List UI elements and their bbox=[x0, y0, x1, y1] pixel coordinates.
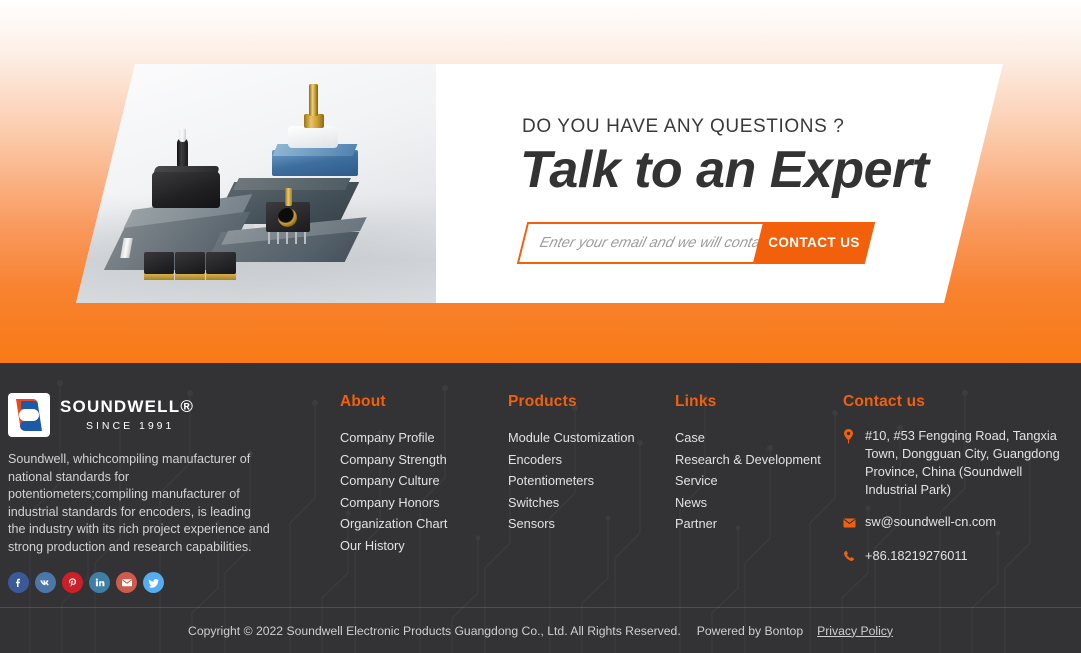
hero-section: DO YOU HAVE ANY QUESTIONS ? Talk to an E… bbox=[0, 0, 1081, 363]
footer-link-partner[interactable]: Partner bbox=[675, 513, 840, 534]
footer-link-company-honors[interactable]: Company Honors bbox=[340, 492, 505, 513]
brand-text: SOUNDWELL® SINCE 1991 bbox=[60, 397, 195, 432]
brand-lockup: SOUNDWELL® SINCE 1991 bbox=[8, 393, 283, 437]
brand-name: SOUNDWELL® bbox=[60, 397, 195, 417]
phone-icon bbox=[843, 547, 856, 567]
powered-by-text: Powered by Bontop bbox=[696, 623, 804, 638]
footer-link-sensors[interactable]: Sensors bbox=[508, 513, 673, 534]
footer-link-research-development[interactable]: Research & Development bbox=[675, 449, 840, 470]
contact-phone[interactable]: +86.18219276011 bbox=[843, 547, 1075, 567]
contact-email[interactable]: sw@soundwell-cn.com bbox=[843, 513, 1075, 533]
copyright-text: Copyright © 2022 Soundwell Electronic Pr… bbox=[188, 623, 681, 638]
soundwell-s-logo-icon bbox=[8, 393, 50, 437]
footer-heading-contact: Contact us bbox=[843, 393, 926, 410]
footer-column-about: About Company Profile Company Strength C… bbox=[340, 393, 505, 556]
footer-heading-products: Products bbox=[508, 393, 577, 410]
photo-black-switch-body bbox=[152, 172, 220, 208]
location-pin-icon bbox=[843, 427, 856, 449]
brand-since: SINCE 1991 bbox=[86, 419, 175, 432]
photo-gold-shaft bbox=[309, 84, 318, 116]
social-links bbox=[8, 572, 283, 593]
privacy-policy-link[interactable]: Privacy Policy bbox=[817, 624, 893, 638]
hero-eyebrow: DO YOU HAVE ANY QUESTIONS ? bbox=[522, 116, 845, 137]
vk-icon[interactable] bbox=[35, 572, 56, 593]
twitter-icon[interactable] bbox=[143, 572, 164, 593]
envelope-icon[interactable] bbox=[116, 572, 137, 593]
footer-link-company-culture[interactable]: Company Culture bbox=[340, 470, 505, 491]
photo-platform-back-top bbox=[233, 178, 351, 190]
pinterest-icon[interactable] bbox=[62, 572, 83, 593]
contact-us-button[interactable]: CONTACT US bbox=[752, 222, 876, 264]
photo-gold-bushing bbox=[304, 114, 324, 128]
footer-link-encoders[interactable]: Encoders bbox=[508, 449, 673, 470]
facebook-icon[interactable] bbox=[8, 572, 29, 593]
photo-encoder-pins bbox=[268, 230, 308, 244]
contact-address: #10, #53 Fengqing Road, Tangxia Town, Do… bbox=[843, 427, 1075, 499]
photo-micro-switch bbox=[206, 252, 236, 274]
hero-headline: Talk to an Expert bbox=[520, 141, 929, 199]
photo-toggle-tip bbox=[179, 128, 186, 142]
footer-link-organization-chart[interactable]: Organization Chart bbox=[340, 513, 505, 534]
footer-link-potentiometers[interactable]: Potentiometers bbox=[508, 470, 673, 491]
footer-link-news[interactable]: News bbox=[675, 492, 840, 513]
footer-link-service[interactable]: Service bbox=[675, 470, 840, 491]
photo-encoder-ring bbox=[278, 208, 297, 227]
photo-micro-switch bbox=[175, 252, 205, 274]
contact-email-text: sw@soundwell-cn.com bbox=[865, 514, 997, 529]
photo-white-rotary-cap bbox=[288, 126, 338, 148]
contact-phone-text: +86.18219276011 bbox=[865, 548, 968, 563]
envelope-icon bbox=[843, 513, 856, 533]
linkedin-icon[interactable] bbox=[89, 572, 110, 593]
footer-link-case[interactable]: Case bbox=[675, 427, 840, 448]
footer-column-links: Links Case Research & Development Servic… bbox=[675, 393, 840, 535]
footer-brand-column: SOUNDWELL® SINCE 1991 Soundwell, whichco… bbox=[8, 393, 283, 593]
footer-bottom-bar: Copyright © 2022 Soundwell Electronic Pr… bbox=[0, 608, 1081, 653]
footer-link-company-profile[interactable]: Company Profile bbox=[340, 427, 505, 448]
footer-link-our-history[interactable]: Our History bbox=[340, 535, 505, 556]
contact-address-text: #10, #53 Fengqing Road, Tangxia Town, Do… bbox=[865, 428, 1060, 497]
hero-product-image bbox=[76, 64, 436, 303]
footer-link-module-customization[interactable]: Module Customization bbox=[508, 427, 673, 448]
footer-link-company-strength[interactable]: Company Strength bbox=[340, 449, 505, 470]
contact-us-label: CONTACT US bbox=[768, 235, 860, 250]
hero-card: DO YOU HAVE ANY QUESTIONS ? Talk to an E… bbox=[76, 64, 1003, 303]
footer-column-contact: Contact us #10, #53 Fengqing Road, Tangx… bbox=[843, 393, 1075, 581]
photo-encoder-shaft bbox=[285, 188, 292, 206]
photo-micro-switch-row bbox=[144, 252, 240, 282]
footer-column-products: Products Module Customization Encoders P… bbox=[508, 393, 673, 535]
brand-description: Soundwell, whichcompiling manufacturer o… bbox=[8, 452, 270, 554]
footer-link-switches[interactable]: Switches bbox=[508, 492, 673, 513]
footer-heading-links: Links bbox=[675, 393, 717, 410]
footer-heading-about: About bbox=[340, 393, 386, 410]
site-footer: SOUNDWELL® SINCE 1991 Soundwell, whichco… bbox=[0, 363, 1081, 653]
email-input[interactable] bbox=[534, 222, 776, 264]
footer-columns: SOUNDWELL® SINCE 1991 Soundwell, whichco… bbox=[0, 363, 1081, 608]
photo-micro-switch bbox=[144, 252, 174, 274]
